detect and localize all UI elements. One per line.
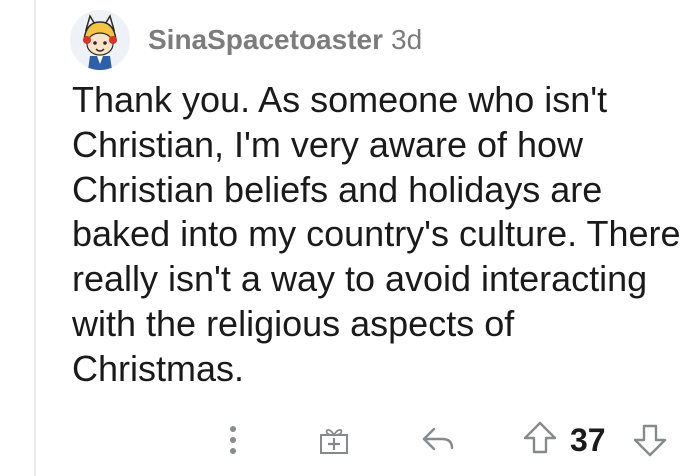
vote-count: 37 [570,422,606,458]
upvote-arrow-icon[interactable] [522,420,558,456]
thread-line[interactable] [34,0,36,476]
reply-icon[interactable] [420,424,456,454]
gift-icon[interactable] [318,424,350,456]
downvote-arrow-icon[interactable] [632,422,668,458]
avatar[interactable] [70,10,130,70]
comment-header: SinaSpacetoaster 3d [148,22,422,58]
avatar-image [70,10,130,70]
comment-body: Thank you. As someone who isn't Christia… [72,79,681,389]
timestamp: 3d [391,24,423,55]
more-vertical-icon[interactable] [226,424,240,456]
username[interactable]: SinaSpacetoaster [148,24,383,55]
